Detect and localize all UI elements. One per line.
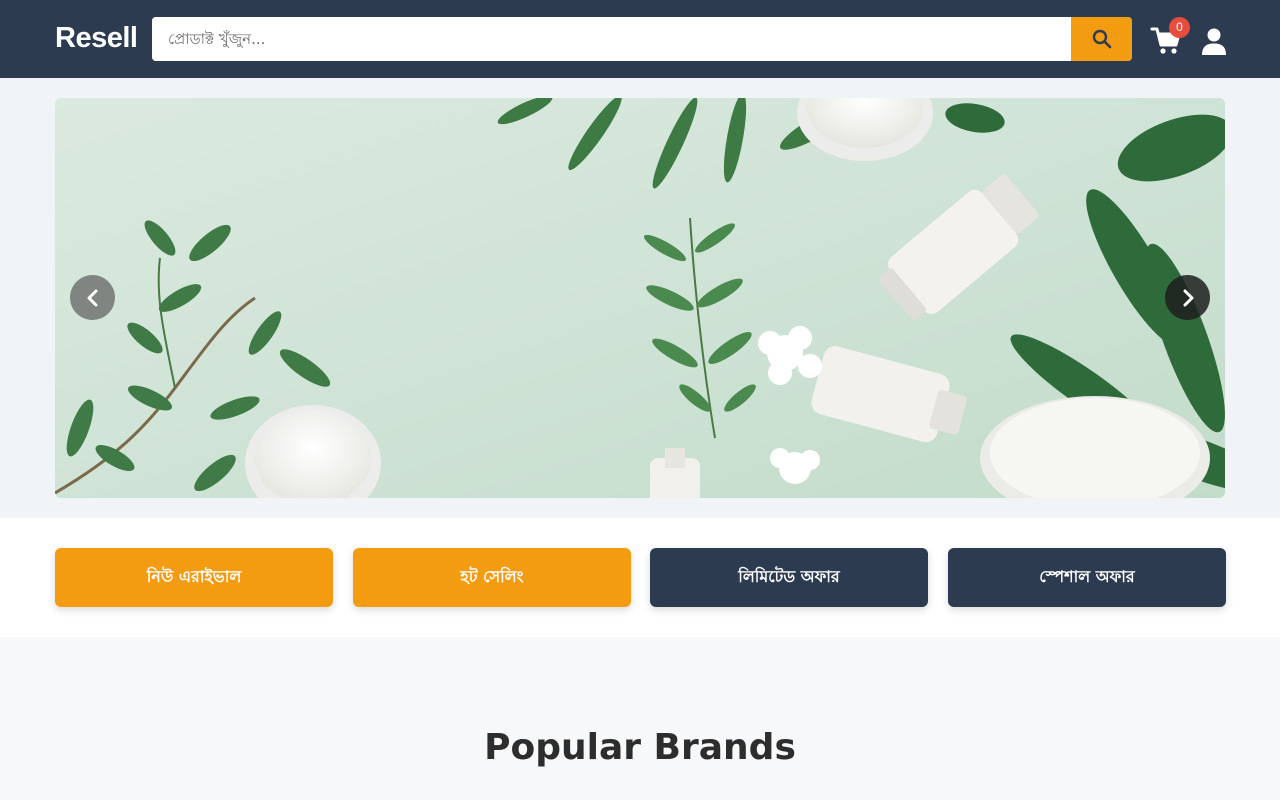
hero-banner-image (55, 98, 1225, 498)
slider-prev-button[interactable] (70, 275, 115, 320)
category-button-new-arrival[interactable]: নিউ এরাইভাল (55, 548, 333, 607)
search-bar (152, 17, 1132, 61)
slider-next-button[interactable] (1165, 275, 1210, 320)
header: Resell 0 (0, 0, 1280, 78)
logo[interactable]: Resell (55, 20, 138, 56)
search-icon (1092, 29, 1111, 49)
hero-slider (55, 98, 1225, 498)
search-button[interactable] (1071, 17, 1132, 61)
chevron-right-icon (1183, 289, 1193, 306)
category-section: নিউ এরাইভাল হট সেলিং লিমিটেড অফার স্পেশা… (0, 518, 1280, 637)
category-button-special-offer[interactable]: স্পেশাল অফার (948, 548, 1226, 607)
category-button-hot-selling[interactable]: হট সেলিং (353, 548, 631, 607)
hero-section (0, 78, 1280, 518)
user-icon[interactable] (1202, 28, 1226, 56)
popular-brands-heading: Popular Brands (484, 727, 796, 768)
category-button-limited-offer[interactable]: লিমিটেড অফার (650, 548, 928, 607)
search-input[interactable] (152, 17, 1071, 61)
chevron-left-icon (87, 289, 97, 306)
cart-count-badge: 0 (1169, 17, 1190, 38)
